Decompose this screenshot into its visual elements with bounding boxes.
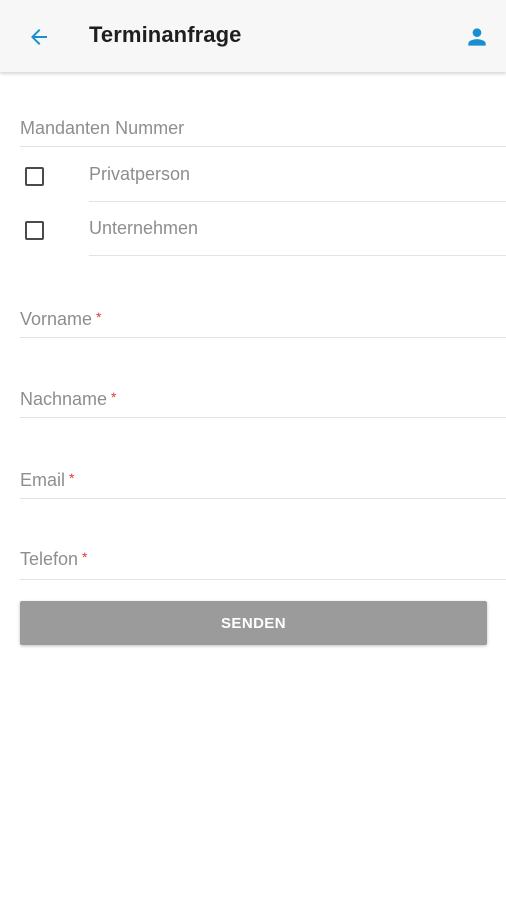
client-number-field[interactable]: Mandanten Nummer [20, 110, 506, 147]
phone-label-text: Telefon [20, 549, 79, 569]
first-name-field[interactable]: Vorname * [20, 300, 506, 338]
required-marker: * [111, 389, 117, 405]
first-name-label: Vorname * [20, 309, 102, 330]
page-title: Terminanfrage [89, 22, 242, 47]
profile-button[interactable] [460, 20, 494, 54]
checkbox-row-private[interactable]: Privatperson [0, 148, 506, 202]
arrow-left-icon [31, 29, 47, 45]
required-marker: * [96, 309, 102, 325]
company-checkbox[interactable] [25, 221, 44, 240]
email-label-text: Email [20, 470, 66, 490]
phone-label: Telefon * [20, 549, 88, 570]
last-name-label-text: Nachname [20, 389, 108, 409]
private-person-checkbox[interactable] [25, 167, 44, 186]
email-label: Email * [20, 470, 74, 491]
private-person-label: Privatperson [89, 164, 191, 184]
back-button[interactable] [22, 20, 56, 54]
client-number-label: Mandanten Nummer [20, 118, 185, 138]
email-field[interactable]: Email * [20, 461, 506, 499]
required-marker: * [82, 549, 88, 565]
phone-field[interactable]: Telefon * [20, 541, 506, 580]
app-bar: Terminanfrage [0, 0, 506, 72]
required-marker: * [69, 470, 75, 486]
last-name-field[interactable]: Nachname * [20, 380, 506, 418]
first-name-label-text: Vorname [20, 309, 93, 329]
person-icon [468, 28, 486, 46]
send-button[interactable]: SENDEN [20, 601, 487, 645]
divider [89, 255, 506, 256]
company-label: Unternehmen [89, 218, 199, 238]
last-name-label: Nachname * [20, 389, 117, 410]
checkbox-row-company[interactable]: Unternehmen [0, 202, 506, 256]
